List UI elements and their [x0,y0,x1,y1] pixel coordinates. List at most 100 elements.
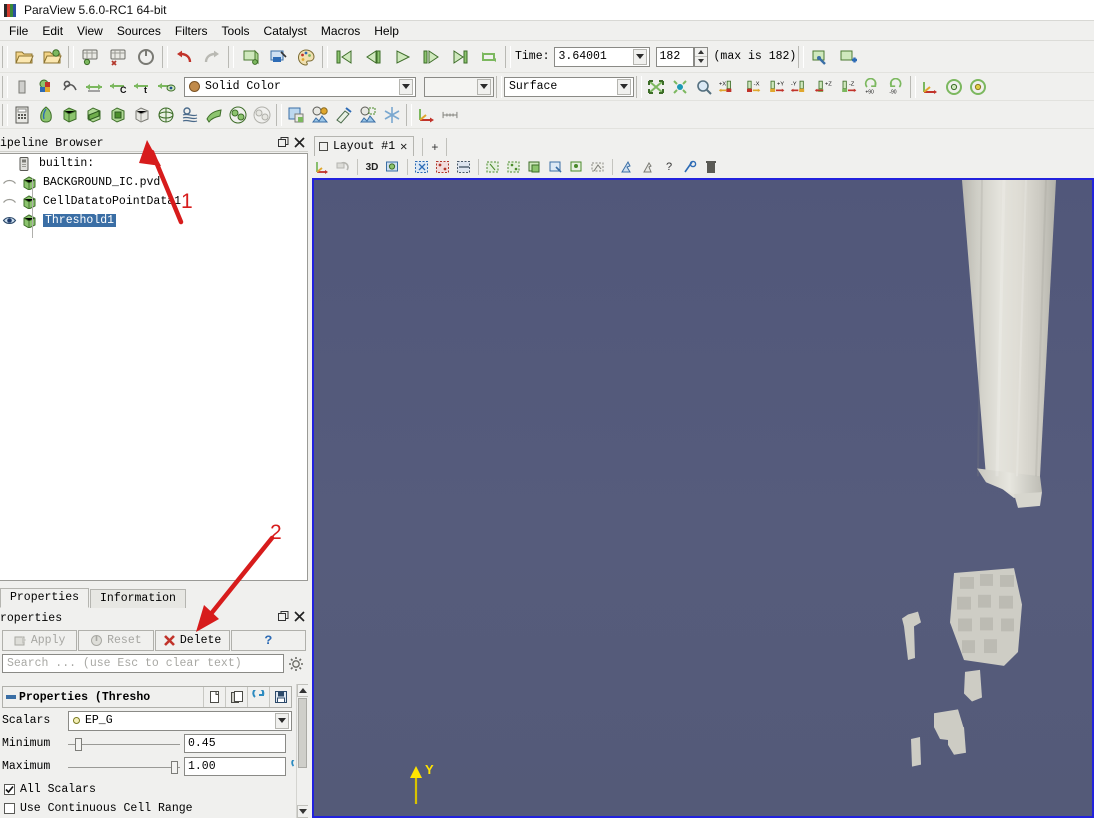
grow-selection-button[interactable] [617,158,637,177]
minimum-slider[interactable] [68,735,180,753]
add-layout-button[interactable]: + [422,138,448,156]
reset-button[interactable]: Reset [78,630,154,651]
pipeline-item-builtin[interactable]: builtin: [0,154,307,173]
hover-cells-button[interactable] [567,158,587,177]
connect-server-button[interactable] [237,44,263,70]
chevron-down-icon[interactable] [275,712,289,729]
all-scalars-checkbox[interactable] [4,784,15,795]
select-points-frustum-button[interactable] [504,158,524,177]
restore-defaults-button[interactable] [247,687,269,707]
tab-information[interactable]: Information [90,589,186,608]
toolbar-grip[interactable] [68,45,74,68]
interactive-select-cells-button[interactable] [546,158,566,177]
toolbar-grip[interactable] [2,45,8,68]
select-cells-on-button[interactable] [412,158,432,177]
warp-filter-button[interactable] [203,104,225,126]
ruler-button[interactable] [439,104,461,126]
extract-subset-button[interactable] [131,104,153,126]
screenshot-button[interactable] [383,158,403,177]
float-icon[interactable] [278,611,289,622]
toggle-3d-button[interactable]: 3D [362,158,382,177]
layout-tab-1[interactable]: Layout #1 ✕ [314,136,415,156]
split-view-button[interactable] [285,104,307,126]
chevron-down-icon[interactable] [399,78,413,95]
toolbar-grip[interactable] [505,45,511,68]
pipeline-browser[interactable]: builtin: BACKGROUND_IC.pvd CellDatatoPoi… [0,153,308,581]
select-points-on-button[interactable] [433,158,453,177]
toolbar-grip[interactable] [322,45,328,68]
camera-plus-y-button[interactable]: +Y [765,76,787,98]
visibility-toggle-icon[interactable] [2,195,17,208]
edit-colormap-button[interactable] [35,76,57,98]
rotate-plus-90-button[interactable]: +90 [861,76,883,98]
time-value-combo[interactable]: 3.64001 [553,46,650,67]
scalars-combo[interactable]: EP_G [68,710,292,731]
chevron-down-icon[interactable] [477,78,491,95]
rescale-visible-button[interactable]: t [131,76,153,98]
scrollbar-thumb[interactable] [298,698,307,768]
probe-button[interactable] [333,104,355,126]
shrink-selection-button[interactable] [638,158,658,177]
toolbar-grip[interactable] [276,103,282,126]
menu-view[interactable]: View [70,22,110,40]
maximum-slider[interactable] [68,758,180,776]
load-state-button[interactable] [105,44,131,70]
plot-selection-button[interactable] [357,104,379,126]
extract-level-button[interactable] [251,104,273,126]
copy-properties-button[interactable] [203,687,225,707]
close-icon[interactable] [294,611,305,622]
menu-file[interactable]: File [2,22,35,40]
paste-properties-button[interactable] [225,687,247,707]
gear-icon[interactable] [286,654,306,673]
color-legend-button[interactable] [11,76,33,98]
close-icon[interactable]: ✕ [400,139,407,154]
center-axes-button[interactable] [919,76,941,98]
camera-minus-y-button[interactable]: -Y [789,76,811,98]
toolbar-grip[interactable] [798,45,805,68]
save-state-button[interactable] [77,44,103,70]
chevron-down-icon[interactable] [617,78,631,95]
continuous-cell-range-row[interactable]: Use Continuous Cell Range [2,799,306,818]
representation-combo[interactable]: Surface [504,76,634,97]
frame-index-input[interactable]: 182 [655,46,694,67]
reset-camera-button[interactable] [645,76,667,98]
pipeline-item-celldatatopointdata1[interactable]: CellDatatoPointData1 [0,192,307,211]
color-by-combo[interactable]: Solid Color [184,76,416,97]
maximum-input[interactable]: 1.00 [184,757,286,776]
close-icon[interactable] [294,137,305,148]
delete-button[interactable]: Delete [154,630,230,651]
camera-plus-button[interactable] [835,44,861,70]
show-center-button[interactable] [943,76,965,98]
glyph-filter-button[interactable] [155,104,177,126]
menu-macros[interactable]: Macros [314,22,367,40]
float-icon[interactable] [278,137,289,148]
first-frame-button[interactable] [331,44,357,70]
pipeline-item-threshold1[interactable]: Threshold1 [0,211,307,230]
rescale-custom-button[interactable] [83,76,105,98]
undo-button[interactable] [171,44,197,70]
toolbar-grip[interactable] [910,75,916,98]
select-cells-frustum-button[interactable] [483,158,503,177]
color-palette-button[interactable] [293,44,319,70]
render-view[interactable]: Y [312,178,1094,818]
menu-edit[interactable]: Edit [35,22,70,40]
zoom-to-data-button[interactable] [669,76,691,98]
rescale-temporal-button[interactable]: C [107,76,129,98]
help-button[interactable]: ? [230,630,306,651]
rescale-all-button[interactable] [155,76,177,98]
threshold-filter-button[interactable] [107,104,129,126]
next-frame-button[interactable] [418,44,444,70]
threshold-properties-header[interactable]: Properties (Thresho [2,686,292,708]
camera-undo-button[interactable] [333,158,353,177]
clear-selection-button[interactable] [701,158,721,177]
plot-time-button[interactable] [309,104,331,126]
open-file-button[interactable] [11,44,37,70]
tab-properties[interactable]: Properties [0,588,90,608]
continuous-cell-range-checkbox[interactable] [4,803,15,814]
toolbar-grip[interactable] [406,103,412,126]
save-defaults-button[interactable] [269,687,291,707]
camera-plus-x-button[interactable]: +X [717,76,739,98]
redo-button[interactable] [199,44,225,70]
toolbar-grip[interactable] [636,75,642,98]
interaction-mode-button[interactable] [312,158,332,177]
